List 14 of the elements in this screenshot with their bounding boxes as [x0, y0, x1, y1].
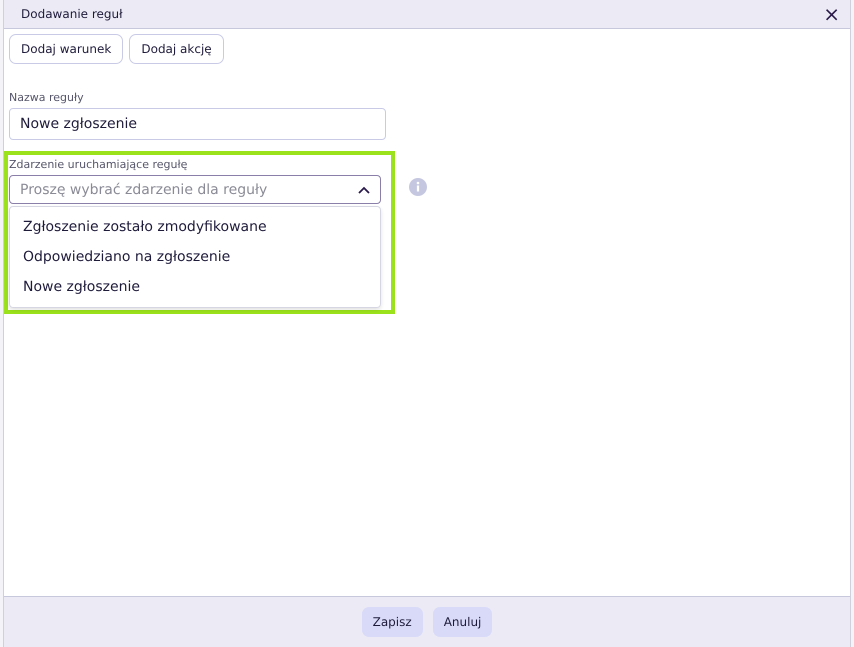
field-label: Nazwa reguły	[9, 91, 85, 104]
footer-button[interactable]: Zapisz	[362, 607, 423, 637]
dropdown-option[interactable]: Nowe zgłoszenie	[10, 272, 380, 302]
window-title: Dodawanie reguł	[21, 7, 123, 21]
close-button[interactable]: ×	[819, 4, 844, 24]
dropdown-option[interactable]: Odpowiedziano na zgłoszenie	[10, 242, 380, 272]
footer-button[interactable]: Anuluj	[432, 607, 492, 637]
rule-name-field[interactable]: Nowe zgłoszenie	[9, 108, 386, 140]
info-icon[interactable]	[409, 178, 427, 196]
toolbar-button[interactable]: Dodaj warunek	[9, 34, 124, 64]
dropdown-option[interactable]: Zgłoszenie zostało zmodyfikowane	[10, 212, 380, 242]
chevron-icon	[358, 186, 370, 194]
field-label: Zdarzenie uruchamiające regułę	[9, 158, 188, 171]
toolbar-button[interactable]: Dodaj akcję	[129, 34, 224, 64]
